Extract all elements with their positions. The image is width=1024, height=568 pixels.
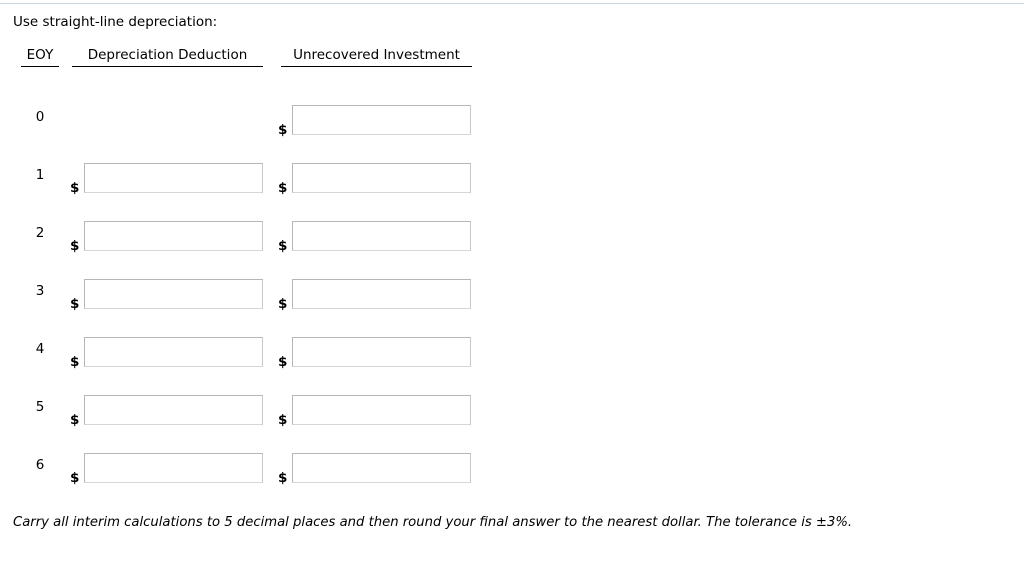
eoy-value: 2 [35, 225, 45, 241]
depreciation-deduction-input-5[interactable] [84, 395, 263, 425]
dollar-sign-icon: $ [70, 412, 80, 428]
eoy-value: 0 [35, 109, 45, 125]
unrecovered-investment-input-5[interactable] [292, 395, 471, 425]
dollar-sign-icon: $ [278, 470, 288, 486]
table-row: 3 $ $ [0, 279, 520, 323]
table-row: 5 $ $ [0, 395, 520, 439]
table-row: 4 $ $ [0, 337, 520, 381]
depreciation-table-body: 0 $1 $ $2 $ $3 $ $4 $ $5 $ $6 $ $ [0, 0, 1024, 568]
dollar-sign-icon: $ [70, 180, 80, 196]
unrecovered-investment-input-6[interactable] [292, 453, 471, 483]
dollar-sign-icon: $ [70, 296, 80, 312]
table-row: 6 $ $ [0, 453, 520, 497]
unrecovered-investment-input-1[interactable] [292, 163, 471, 193]
dollar-sign-icon: $ [278, 354, 288, 370]
dollar-sign-icon: $ [70, 354, 80, 370]
depreciation-deduction-input-2[interactable] [84, 221, 263, 251]
unrecovered-investment-field-1: $ [278, 163, 471, 196]
depreciation-deduction-input-4[interactable] [84, 337, 263, 367]
unrecovered-investment-field-4: $ [278, 337, 471, 370]
eoy-value: 6 [35, 457, 45, 473]
unrecovered-investment-field-3: $ [278, 279, 471, 312]
unrecovered-investment-field-5: $ [278, 395, 471, 428]
dollar-sign-icon: $ [278, 412, 288, 428]
dollar-sign-icon: $ [278, 122, 288, 138]
depreciation-deduction-field-4: $ [70, 337, 263, 370]
depreciation-deduction-field-6: $ [70, 453, 263, 486]
depreciation-deduction-field-1: $ [70, 163, 263, 196]
unrecovered-investment-input-0[interactable] [292, 105, 471, 135]
dollar-sign-icon: $ [70, 238, 80, 254]
table-row: 1 $ $ [0, 163, 520, 207]
unrecovered-investment-field-2: $ [278, 221, 471, 254]
dollar-sign-icon: $ [70, 470, 80, 486]
dollar-sign-icon: $ [278, 238, 288, 254]
unrecovered-investment-input-2[interactable] [292, 221, 471, 251]
instructions-footnote: Carry all interim calculations to 5 deci… [13, 515, 853, 530]
depreciation-deduction-input-6[interactable] [84, 453, 263, 483]
eoy-value: 4 [35, 341, 45, 357]
unrecovered-investment-field-6: $ [278, 453, 471, 486]
unrecovered-investment-field-0: $ [278, 105, 471, 138]
dollar-sign-icon: $ [278, 296, 288, 312]
depreciation-deduction-input-3[interactable] [84, 279, 263, 309]
eoy-value: 5 [35, 399, 45, 415]
table-row: 2 $ $ [0, 221, 520, 265]
eoy-value: 1 [35, 167, 45, 183]
unrecovered-investment-input-4[interactable] [292, 337, 471, 367]
depreciation-deduction-field-5: $ [70, 395, 263, 428]
unrecovered-investment-input-3[interactable] [292, 279, 471, 309]
dollar-sign-icon: $ [278, 180, 288, 196]
depreciation-deduction-field-2: $ [70, 221, 263, 254]
table-row: 0 $ [0, 105, 520, 149]
eoy-value: 3 [35, 283, 45, 299]
depreciation-deduction-input-1[interactable] [84, 163, 263, 193]
depreciation-deduction-field-3: $ [70, 279, 263, 312]
